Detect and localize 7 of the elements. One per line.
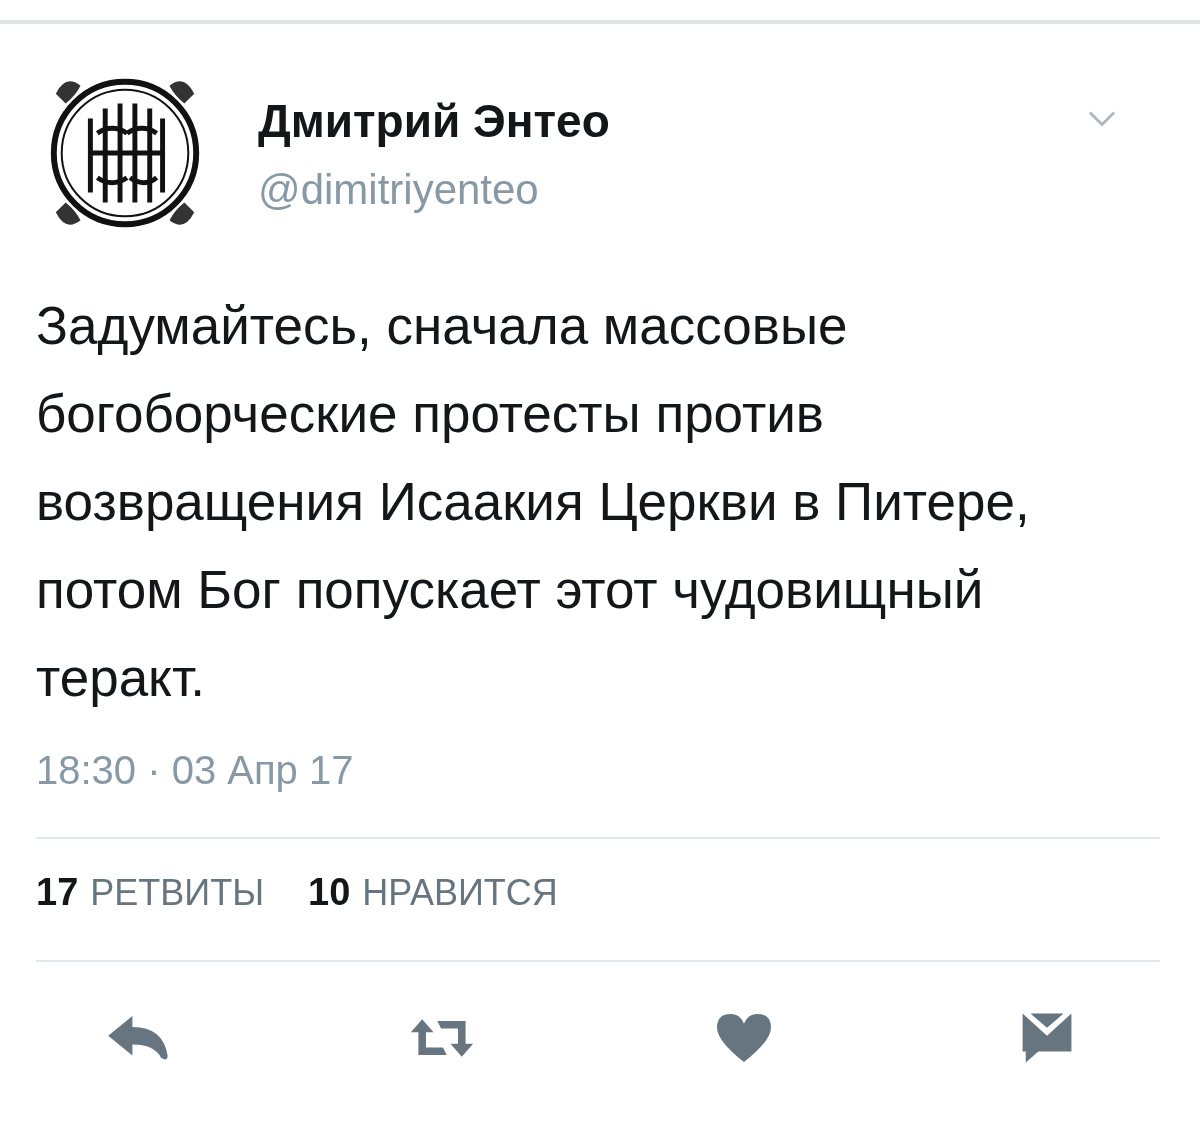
stat-label[interactable]: НРАВИТСЯ xyxy=(362,872,558,914)
stat-count[interactable]: 10 xyxy=(308,871,351,914)
stat-label[interactable]: РЕТВИТЫ xyxy=(90,872,265,914)
stat-count[interactable]: 17 xyxy=(36,871,79,914)
author-name[interactable]: Дмитрий Энтео xyxy=(258,94,1088,148)
tweet-timestamp: 18:30 · 03 Апр 17 xyxy=(36,748,355,793)
tweet-text: Задумайтесь, сначала массовые богоборческие протесты против возвращения Исаакия Церкви в Питере, потом Бог попускает этот чудовищный теракт. xyxy=(36,295,1031,709)
